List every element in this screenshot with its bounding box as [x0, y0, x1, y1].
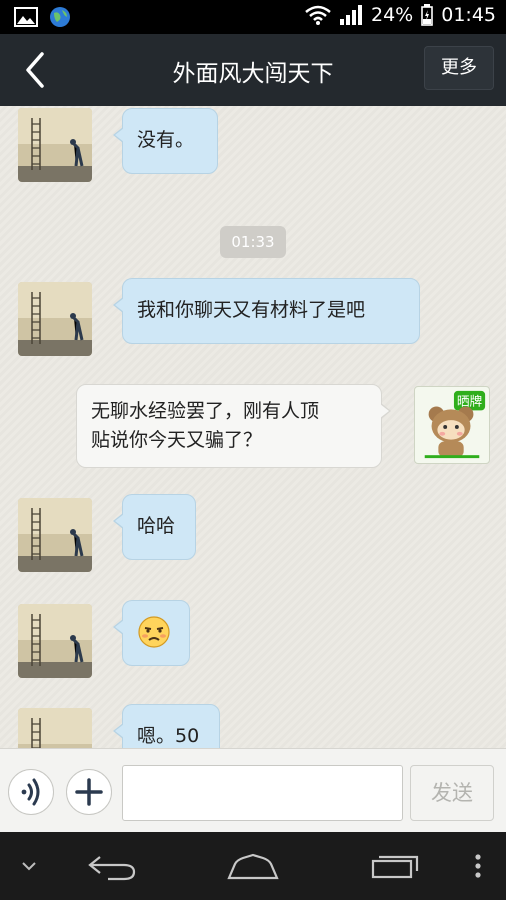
avatar[interactable]	[18, 282, 92, 356]
message-bubble[interactable]: 没有。	[113, 108, 218, 174]
message-bubble[interactable]: 无聊水经验罢了，刚有人顶 贴说你今天又骗了？	[76, 384, 391, 468]
voice-button[interactable]	[8, 769, 54, 815]
sticker-avatar: 晒牌	[424, 390, 486, 459]
message-text: 我和你聊天又有材料了是吧	[137, 299, 366, 321]
message-bubble[interactable]: 我和你聊天又有材料了是吧	[113, 278, 420, 344]
voice-icon	[21, 778, 40, 806]
message-text: 嗯。50	[137, 725, 200, 747]
chevron-down-icon	[22, 862, 36, 871]
battery-charging-icon	[421, 4, 434, 26]
overflow-menu-icon	[475, 854, 481, 878]
plus-icon	[75, 778, 103, 806]
message-list[interactable]: 没有。 01:33 我和你聊天又有材料了是吧 无聊水经验罢了，刚有人顶 贴说你今…	[0, 106, 506, 748]
avatar-photo	[18, 708, 92, 748]
battery-percent: 24%	[371, 4, 414, 26]
hide-keyboard-button[interactable]	[14, 832, 44, 900]
input-bar: 发送	[0, 748, 506, 833]
add-attachment-button[interactable]	[66, 769, 112, 815]
avatar-photo	[18, 604, 92, 678]
avatar-self[interactable]: 晒牌	[414, 386, 490, 464]
avatar[interactable]	[18, 708, 92, 748]
message-input[interactable]	[122, 765, 403, 821]
signal-icon	[340, 5, 362, 25]
message-text: 哈哈	[137, 515, 176, 537]
message-text-line: 贴说你今天又骗了？	[91, 429, 263, 451]
browser-globe-icon	[50, 7, 70, 27]
android-nav-bar	[0, 832, 506, 900]
nav-back-button[interactable]	[84, 832, 140, 900]
message-text: 没有。	[137, 129, 195, 151]
nav-home-button[interactable]	[224, 832, 282, 900]
avatar[interactable]	[18, 498, 92, 572]
send-button[interactable]: 发送	[410, 765, 494, 821]
annoyed-face-emoji	[138, 616, 170, 648]
back-button[interactable]	[16, 48, 56, 92]
avatar-photo	[18, 108, 92, 182]
avatar[interactable]	[18, 108, 92, 182]
status-bar: 24% 01:45	[0, 0, 506, 34]
clock: 01:45	[441, 4, 496, 26]
page-title: 外面风大闯天下	[172, 61, 334, 87]
home-icon	[227, 853, 279, 880]
avatar[interactable]	[18, 604, 92, 678]
back-arrow-icon	[26, 52, 44, 88]
timestamp: 01:33	[220, 226, 286, 258]
wifi-icon	[305, 5, 331, 25]
avatar-photo	[18, 498, 92, 572]
message-bubble[interactable]	[113, 600, 190, 666]
chat-header: 外面风大闯天下 更多	[0, 34, 506, 106]
nav-menu-button[interactable]	[468, 832, 488, 900]
recents-icon	[371, 855, 419, 879]
nav-recents-button[interactable]	[368, 832, 422, 900]
image-notification-icon	[14, 7, 38, 27]
message-bubble[interactable]: 嗯。50	[113, 704, 220, 748]
sticker-label: 晒牌	[457, 394, 483, 409]
message-text-line: 无聊水经验罢了，刚有人顶	[91, 400, 320, 422]
message-bubble[interactable]: 哈哈	[113, 494, 196, 560]
avatar-photo	[18, 282, 92, 356]
more-button[interactable]: 更多	[424, 46, 494, 90]
back-icon	[88, 856, 136, 881]
